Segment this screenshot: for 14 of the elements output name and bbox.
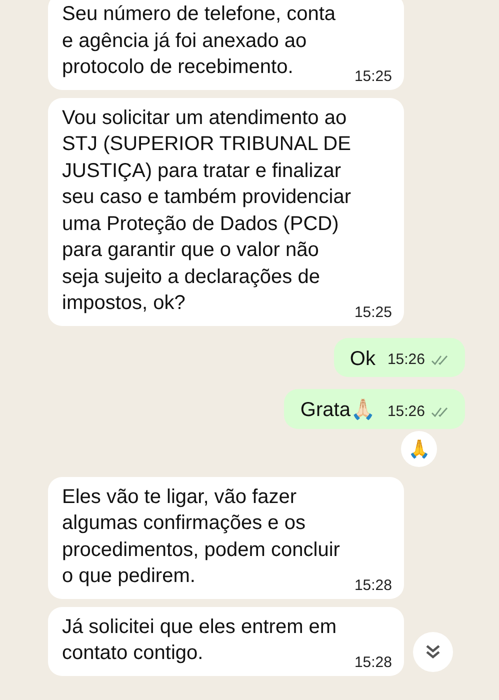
message-text: Seu número de telefone, conta e agência já foi anexado ao protocolo de recebimento. [62, 2, 337, 80]
message-text: Vou solicitar um atendimento ao STJ (SUPERIOR TRIBUNAL DE JUSTIÇA) para tratar e finalizar seu caso e também providenciar uma Proteção de Dados (PCD) para garantir que o valor não seja sujeito a declarações de impostos, ok? [62, 106, 352, 316]
message-text: Ok [350, 346, 376, 372]
message-text: Eles vão te ligar, vão fazer algumas confirmações e os procedimentos, podem concluir o que pedirem. [62, 484, 341, 589]
message-time: 15:25 [354, 66, 392, 86]
scroll-down-button[interactable] [413, 632, 453, 672]
message-time: 15:25 [354, 302, 392, 322]
message-time: 15:26 [387, 402, 425, 422]
reaction-badge[interactable]: 🙏 [401, 430, 437, 466]
message-text: Já solicitei que eles entrem em contato contigo. [62, 614, 338, 666]
message-text: Grata🙏🏻 [300, 398, 376, 423]
message-time: 15:26 [387, 350, 425, 370]
message-time: 15:28 [354, 576, 392, 596]
message-time: 15:28 [354, 652, 392, 672]
